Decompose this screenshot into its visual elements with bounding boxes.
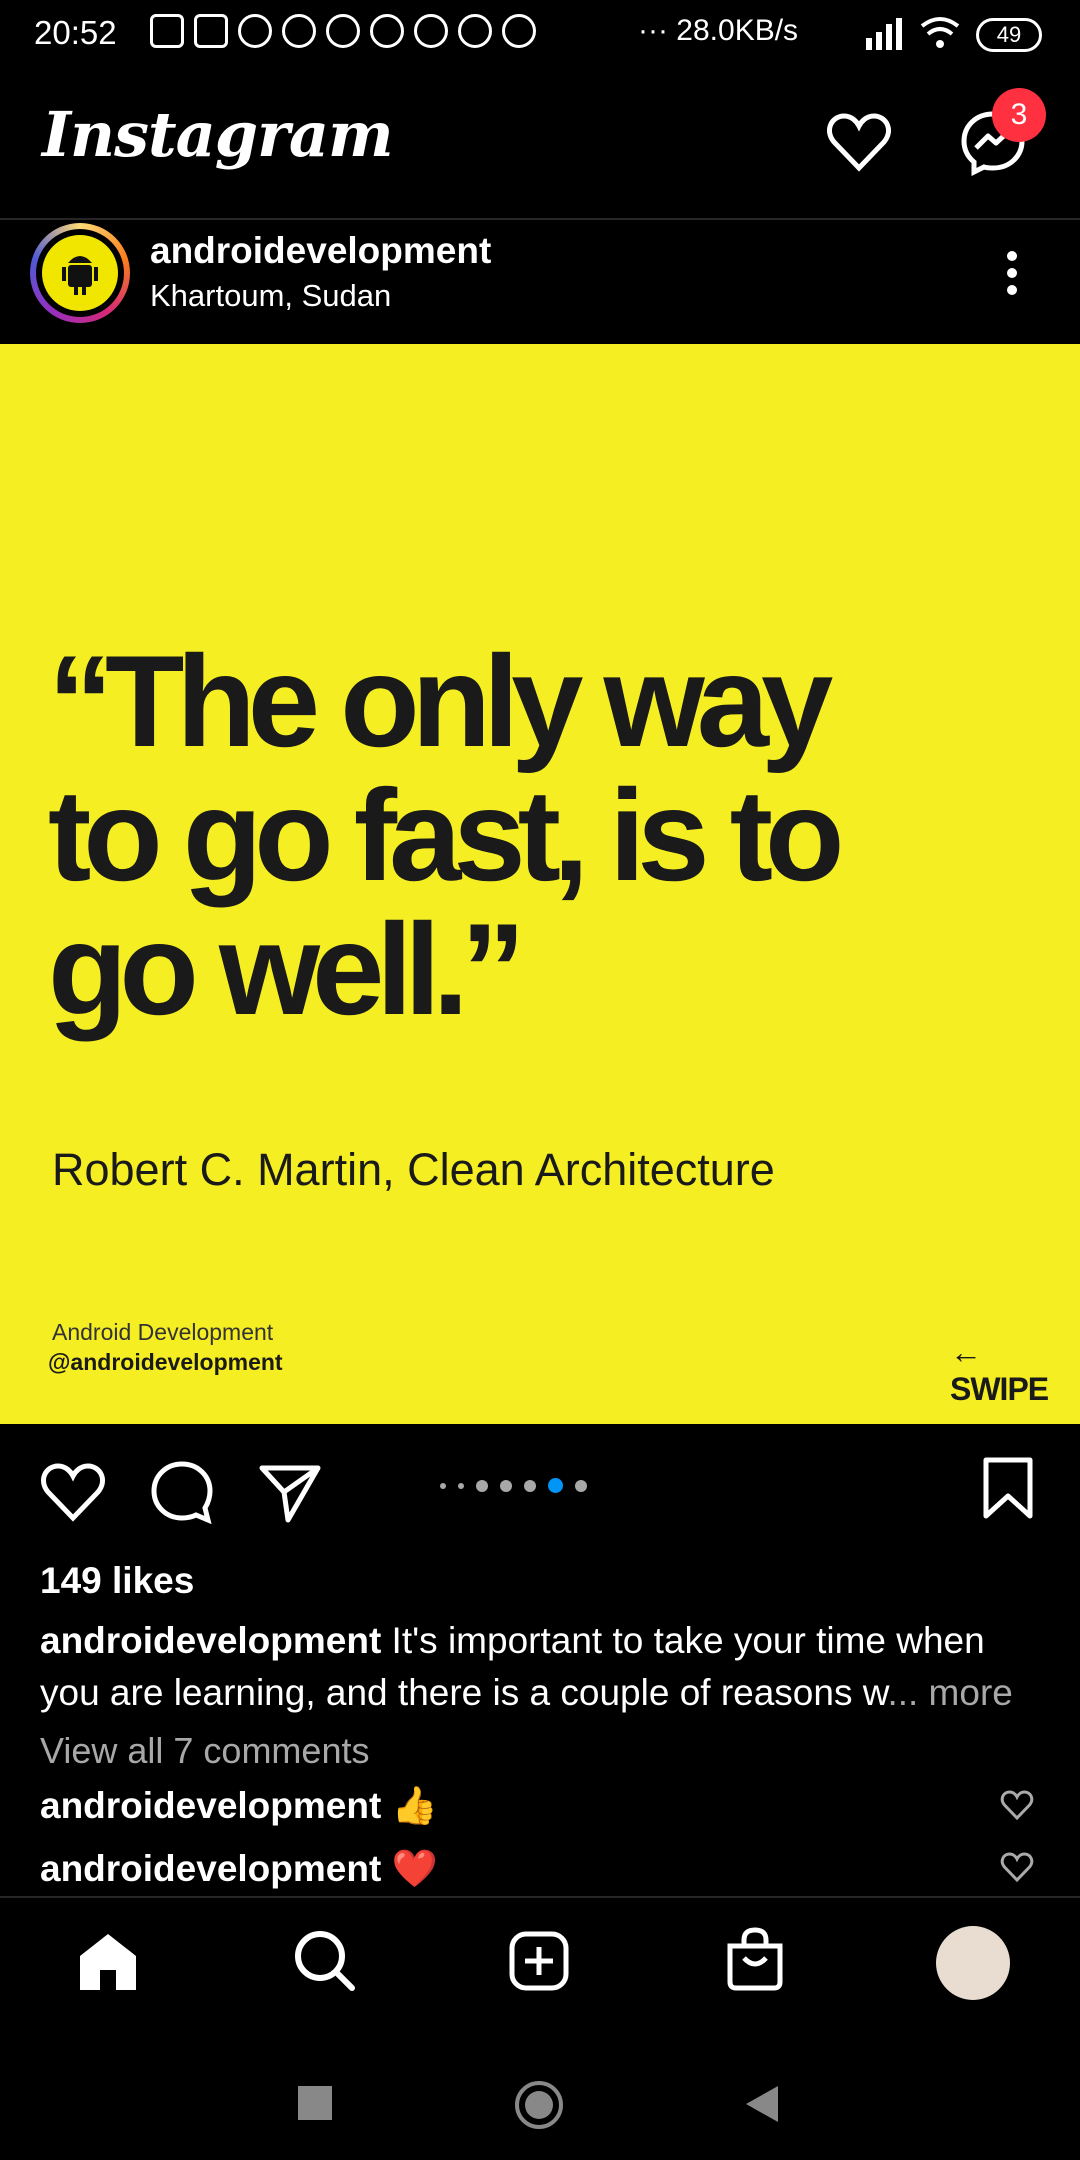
brand-name: Android Development — [52, 1319, 274, 1345]
comment-row: androidevelopment ❤️ — [40, 1848, 438, 1891]
quote-author: Robert C. Martin, Clean Architecture — [52, 1144, 775, 1195]
quote-line-2: to go fast, is to — [48, 762, 844, 908]
bookmark-icon[interactable] — [980, 1456, 1036, 1520]
sync-icon — [238, 14, 272, 48]
quote-line-3: go well.” — [48, 896, 526, 1042]
profile-avatar-tab[interactable] — [936, 1926, 1010, 2000]
carousel-dot — [440, 1482, 446, 1489]
sync-icon — [458, 14, 492, 48]
comment-like-heart-icon[interactable] — [1000, 1790, 1034, 1820]
carousel-indicator — [440, 1478, 587, 1493]
android-logo-icon — [62, 256, 98, 295]
post-location[interactable]: Khartoum, Sudan — [150, 278, 391, 314]
post-username[interactable]: androidevelopment — [150, 230, 491, 272]
search-icon[interactable] — [292, 1928, 356, 1992]
carousel-dot — [458, 1482, 464, 1489]
shop-icon[interactable] — [724, 1926, 786, 1992]
tabbar-divider — [0, 1896, 1080, 1898]
carousel-dot — [575, 1479, 587, 1492]
sync-icon — [326, 14, 360, 48]
like-heart-icon[interactable] — [40, 1462, 106, 1522]
comment-username[interactable]: androidevelopment — [40, 1785, 381, 1826]
carousel-dot — [500, 1479, 512, 1492]
header-divider — [0, 218, 1080, 220]
share-icon[interactable] — [258, 1460, 322, 1524]
comment-icon[interactable] — [150, 1460, 214, 1524]
status-time: 20:52 — [34, 14, 117, 51]
arrow-left-icon: ← — [950, 1334, 982, 1370]
recents-icon[interactable] — [298, 2086, 332, 2120]
sync-icon — [414, 14, 448, 48]
sync-icon — [370, 14, 404, 48]
view-all-comments-link[interactable]: View all 7 comments — [40, 1730, 369, 1772]
post-caption: androidevelopment It's important to take… — [40, 1615, 1040, 1719]
carousel-dot — [524, 1479, 536, 1492]
caption-more-link[interactable]: ... more — [887, 1672, 1012, 1713]
carousel-dot-active — [548, 1478, 563, 1493]
brand-handle: @androidevelopment — [48, 1349, 283, 1375]
home-system-icon[interactable] — [514, 2080, 564, 2130]
battery-icon: 49 — [976, 18, 1042, 52]
quote-line-1: “The only way — [48, 628, 833, 774]
notification-icons — [150, 14, 536, 48]
quote-text: “The only way to go fast, is to go well.… — [48, 634, 1068, 1036]
chat-notification-icon — [150, 14, 184, 48]
comment-emoji: ❤️ — [391, 1848, 438, 1889]
status-bar: 20:52 ··· 28.0KB/s 49 — [0, 0, 1080, 70]
sync-icon — [282, 14, 316, 48]
home-icon[interactable] — [76, 1930, 140, 1992]
more-options-icon[interactable] — [1000, 248, 1024, 298]
activity-heart-icon[interactable] — [826, 112, 892, 172]
swipe-text: SWIPE — [950, 1371, 1049, 1407]
comment-row: androidevelopment 👍 — [40, 1785, 438, 1828]
network-speed: ··· 28.0KB/s — [638, 14, 799, 47]
instagram-logo[interactable]: Instagram — [42, 98, 394, 171]
back-icon[interactable] — [744, 2084, 780, 2124]
messages-badge: 3 — [992, 88, 1046, 142]
avatar[interactable] — [42, 235, 118, 311]
comment-like-heart-icon[interactable] — [1000, 1852, 1034, 1882]
system-nav-bar — [0, 2040, 1080, 2160]
carousel-dot — [476, 1479, 488, 1492]
swipe-label: ← SWIPE — [950, 1334, 1080, 1408]
likes-count[interactable]: 149 likes — [40, 1560, 194, 1602]
signal-wifi-icon — [866, 17, 960, 50]
new-post-icon[interactable] — [508, 1930, 570, 1992]
comment-username[interactable]: androidevelopment — [40, 1848, 381, 1889]
post-image[interactable]: “The only way to go fast, is to go well.… — [0, 344, 1080, 1424]
comment-emoji: 👍 — [391, 1785, 438, 1826]
sync-icon — [502, 14, 536, 48]
caption-username[interactable]: androidevelopment — [40, 1620, 381, 1661]
game-notification-icon — [194, 14, 228, 48]
